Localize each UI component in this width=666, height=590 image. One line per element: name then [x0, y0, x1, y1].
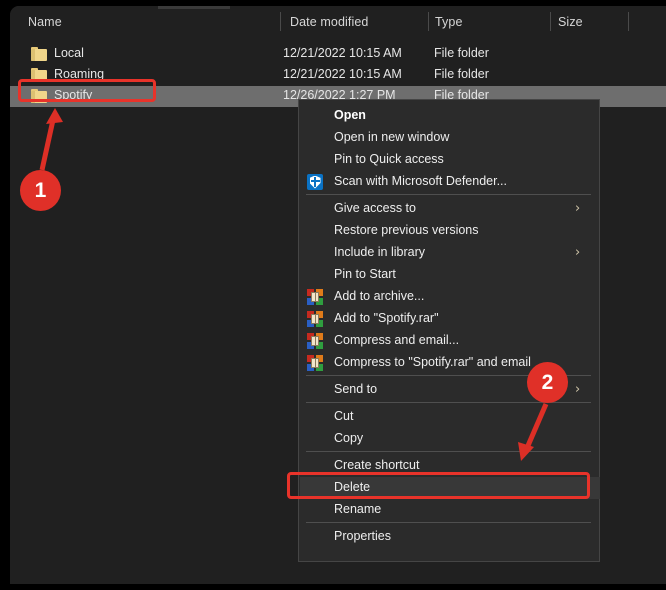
menu-item-label: Open in new window [334, 130, 449, 144]
menu-item-pin-to-quick-access[interactable]: Pin to Quick access [300, 149, 600, 171]
menu-item-label: Delete [334, 480, 370, 494]
file-explorer-window: Name Date modified Type Size Local 12/21… [10, 6, 666, 584]
menu-item-label: Compress and email... [334, 333, 459, 347]
winrar-icon [307, 311, 323, 327]
menu-separator [306, 451, 591, 452]
chevron-right-icon: › [575, 202, 580, 216]
folder-icon [31, 47, 47, 61]
column-header-name[interactable]: Name [28, 15, 62, 29]
file-list-column-header: Name Date modified Type Size [10, 6, 666, 36]
step-badge-1: 1 [20, 170, 61, 211]
menu-item-properties[interactable]: Properties [300, 526, 600, 548]
menu-separator [306, 194, 591, 195]
menu-item-cut[interactable]: Cut [300, 406, 600, 428]
menu-item-label: Restore previous versions [334, 223, 479, 237]
menu-item-label: Properties [334, 529, 391, 543]
menu-item-label: Pin to Quick access [334, 152, 444, 166]
column-divider-4[interactable] [628, 12, 629, 31]
menu-item-label: Copy [334, 431, 363, 445]
column-divider-2[interactable] [428, 12, 429, 31]
menu-item-label: Add to archive... [334, 289, 424, 303]
column-divider-1[interactable] [280, 12, 281, 31]
table-row[interactable]: Local 12/21/2022 10:15 AM File folder [10, 44, 666, 65]
folder-icon [31, 89, 47, 103]
menu-item-label: Create shortcut [334, 458, 419, 472]
menu-item-open[interactable]: Open [300, 105, 600, 127]
menu-item-include-in-library[interactable]: Include in library › [300, 242, 600, 264]
context-menu[interactable]: Open Open in new window Pin to Quick acc… [298, 99, 600, 562]
menu-item-label: Pin to Start [334, 267, 396, 281]
menu-item-label: Give access to [334, 201, 416, 215]
menu-item-label: Include in library [334, 245, 425, 259]
chevron-right-icon: › [575, 383, 580, 397]
file-type: File folder [434, 46, 489, 60]
menu-item-create-shortcut[interactable]: Create shortcut [300, 455, 600, 477]
menu-item-compress-and-email[interactable]: Compress and email... [300, 330, 600, 352]
menu-item-scan-with-defender[interactable]: Scan with Microsoft Defender... [300, 171, 600, 193]
folder-icon [31, 68, 47, 82]
file-type: File folder [434, 67, 489, 81]
menu-item-label: Rename [334, 502, 381, 516]
table-row[interactable]: Roaming 12/21/2022 10:15 AM File folder [10, 65, 666, 86]
menu-item-label: Scan with Microsoft Defender... [334, 174, 507, 188]
menu-item-rename[interactable]: Rename [300, 499, 600, 521]
menu-item-add-to-archive[interactable]: Add to archive... [300, 286, 600, 308]
file-name: Roaming [54, 67, 104, 81]
menu-item-label: Open [334, 108, 366, 122]
menu-separator [306, 522, 591, 523]
column-divider-3[interactable] [550, 12, 551, 31]
file-date: 12/21/2022 10:15 AM [283, 67, 402, 81]
file-date: 12/21/2022 10:15 AM [283, 46, 402, 60]
header-sort-indicator [158, 6, 230, 9]
menu-item-pin-to-start[interactable]: Pin to Start [300, 264, 600, 286]
file-name: Local [54, 46, 84, 60]
shield-icon [307, 174, 323, 190]
screenshot-root: Name Date modified Type Size Local 12/21… [0, 0, 666, 590]
menu-item-delete[interactable]: Delete [300, 477, 600, 499]
file-name: Spotify [54, 88, 92, 102]
menu-item-give-access-to[interactable]: Give access to › [300, 198, 600, 220]
menu-item-label: Cut [334, 409, 353, 423]
menu-item-add-to-spotify-rar[interactable]: Add to "Spotify.rar" [300, 308, 600, 330]
step-badge-2: 2 [527, 362, 568, 403]
menu-item-open-in-new-window[interactable]: Open in new window [300, 127, 600, 149]
chevron-right-icon: › [575, 246, 580, 260]
column-header-date-modified[interactable]: Date modified [290, 15, 368, 29]
menu-item-copy[interactable]: Copy [300, 428, 600, 450]
menu-item-label: Add to "Spotify.rar" [334, 311, 439, 325]
winrar-icon [307, 355, 323, 371]
menu-item-label: Compress to "Spotify.rar" and email [334, 355, 531, 369]
winrar-icon [307, 333, 323, 349]
winrar-icon [307, 289, 323, 305]
column-header-size[interactable]: Size [558, 15, 583, 29]
menu-item-label: Send to [334, 382, 377, 396]
column-header-type[interactable]: Type [435, 15, 463, 29]
menu-item-restore-previous-versions[interactable]: Restore previous versions [300, 220, 600, 242]
